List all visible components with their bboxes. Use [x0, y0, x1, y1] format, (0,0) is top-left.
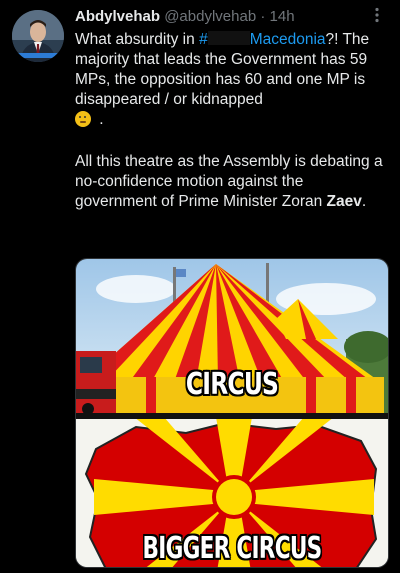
tweet-paragraph-1: What absurdity in # Macedonia?! The major… — [75, 30, 389, 130]
separator: · — [260, 8, 266, 25]
tweet-media[interactable]: CIRCUS BIGGER CIRCUS — [75, 258, 389, 568]
circus-tent-image: CIRCUS — [76, 259, 388, 415]
author-handle[interactable]: @abdylvehab — [164, 8, 256, 25]
author-name[interactable]: Abdylvehab — [75, 8, 160, 25]
timestamp[interactable]: 14h — [270, 8, 295, 25]
bottom-caption: BIGGER CIRCUS — [142, 531, 323, 566]
avatar[interactable] — [12, 10, 64, 62]
tweet-paragraph-2: All this theatre as the Assembly is deba… — [75, 152, 389, 212]
avatar-photo — [12, 10, 64, 62]
hashtag-symbol: # — [199, 31, 208, 48]
text-segment: What absurdity in — [75, 31, 200, 48]
top-caption: CIRCUS — [185, 367, 279, 402]
text-bold: Zaev — [326, 193, 362, 210]
more-options-button[interactable] — [368, 6, 386, 24]
redacted-text — [207, 31, 250, 45]
hashtag-link[interactable]: # Macedonia — [199, 31, 326, 48]
macedonia-flag-map-image: BIGGER CIRCUS — [76, 417, 388, 567]
hashtag-word: Macedonia — [249, 31, 326, 48]
thinking-face-emoji-icon — [75, 111, 91, 127]
text-segment: . — [361, 193, 367, 210]
more-dots-icon — [375, 7, 379, 23]
text-segment: . — [95, 111, 104, 128]
tweet-header: Abdylvehab @abdylvehab · 14h — [75, 8, 384, 28]
tweet-text: What absurdity in # Macedonia?! The major… — [75, 30, 389, 212]
